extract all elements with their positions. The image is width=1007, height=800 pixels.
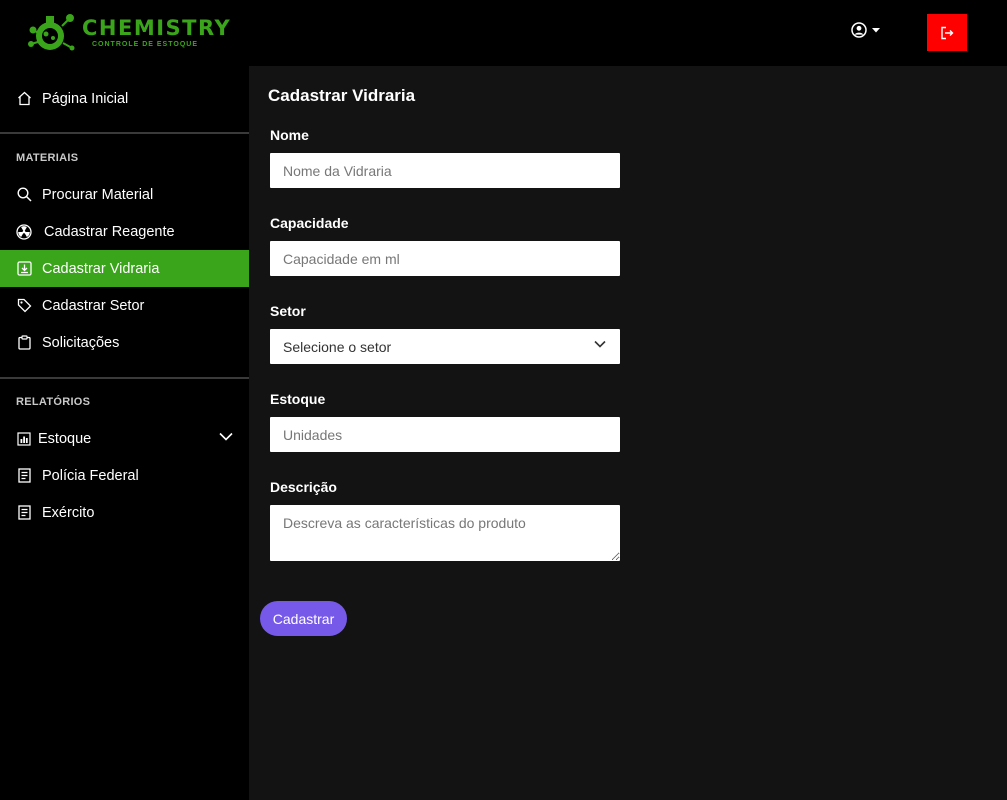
user-menu-dropdown[interactable] xyxy=(851,22,880,38)
setor-selected-value: Selecione o setor xyxy=(283,338,392,355)
sidebar-item-label: Cadastrar Vidraria xyxy=(42,260,160,277)
sidebar-item-policia-federal[interactable]: Polícia Federal xyxy=(0,457,249,494)
descricao-label: Descrição xyxy=(270,479,337,495)
setor-label: Setor xyxy=(270,303,306,319)
sidebar-item-cadastrar-reagente[interactable]: Cadastrar Reagente xyxy=(0,213,249,250)
sidebar-item-label: Estoque xyxy=(38,430,92,447)
chevron-down-icon xyxy=(594,340,606,348)
sidebar-item-home[interactable]: Página Inicial xyxy=(0,80,249,117)
search-icon xyxy=(16,187,32,203)
home-icon xyxy=(16,91,32,107)
estoque-label: Estoque xyxy=(270,391,326,407)
nome-label: Nome xyxy=(270,127,309,143)
download-box-icon xyxy=(16,261,32,277)
clipboard-icon xyxy=(16,335,32,351)
tag-icon xyxy=(16,298,32,314)
bar-chart-icon xyxy=(16,431,31,447)
logout-button[interactable] xyxy=(927,14,967,51)
sidebar-item-exercito[interactable]: Exército xyxy=(0,494,249,531)
capacidade-input[interactable] xyxy=(270,241,620,276)
brand-logo[interactable]: CHEMISTRY CONTROLE DE ESTOQUE xyxy=(26,10,230,56)
logout-icon xyxy=(941,26,954,39)
sidebar-item-label: Exército xyxy=(42,504,95,521)
radiation-icon xyxy=(16,223,32,240)
document-icon xyxy=(16,468,32,484)
sidebar-item-estoque[interactable]: Estoque xyxy=(0,420,249,457)
sidebar-item-label: Página Inicial xyxy=(42,90,129,107)
sidebar-item-procurar-material[interactable]: Procurar Material xyxy=(0,176,249,213)
brand-subtitle: CONTROLE DE ESTOQUE xyxy=(92,41,198,48)
capacidade-label: Capacidade xyxy=(270,215,349,231)
chevron-down-icon xyxy=(219,432,233,441)
sidebar-item-label: Cadastrar Setor xyxy=(42,297,145,314)
sidebar-divider xyxy=(0,132,249,134)
sidebar-item-label: Procurar Material xyxy=(42,186,154,203)
cadastrar-button[interactable]: Cadastrar xyxy=(260,601,347,636)
sidebar-item-label: Solicitações xyxy=(42,334,120,351)
nome-input[interactable] xyxy=(270,153,620,188)
sidebar: Página Inicial MATERIAIS Procurar Materi… xyxy=(0,66,249,800)
sidebar-item-cadastrar-vidraria[interactable]: Cadastrar Vidraria xyxy=(0,250,249,287)
section-title-relatorios: RELATÓRIOS xyxy=(16,396,91,408)
sidebar-item-label: Polícia Federal xyxy=(42,467,139,484)
setor-select[interactable]: Selecione o setor xyxy=(270,329,620,364)
user-circle-icon xyxy=(851,22,867,38)
sidebar-item-label: Cadastrar Reagente xyxy=(44,223,175,240)
sidebar-item-solicitacoes[interactable]: Solicitações xyxy=(0,324,249,361)
estoque-input[interactable] xyxy=(270,417,620,452)
descricao-textarea[interactable] xyxy=(270,505,620,561)
caret-down-icon xyxy=(872,27,880,32)
brand-title: CHEMISTRY xyxy=(82,16,232,40)
flask-logo-icon xyxy=(28,14,75,51)
sidebar-item-cadastrar-setor[interactable]: Cadastrar Setor xyxy=(0,287,249,324)
sidebar-divider xyxy=(0,377,249,379)
page-title: Cadastrar Vidraria xyxy=(268,86,416,105)
document-icon xyxy=(16,505,32,521)
section-title-materiais: MATERIAIS xyxy=(16,152,79,164)
top-bar: CHEMISTRY CONTROLE DE ESTOQUE xyxy=(0,0,1007,66)
